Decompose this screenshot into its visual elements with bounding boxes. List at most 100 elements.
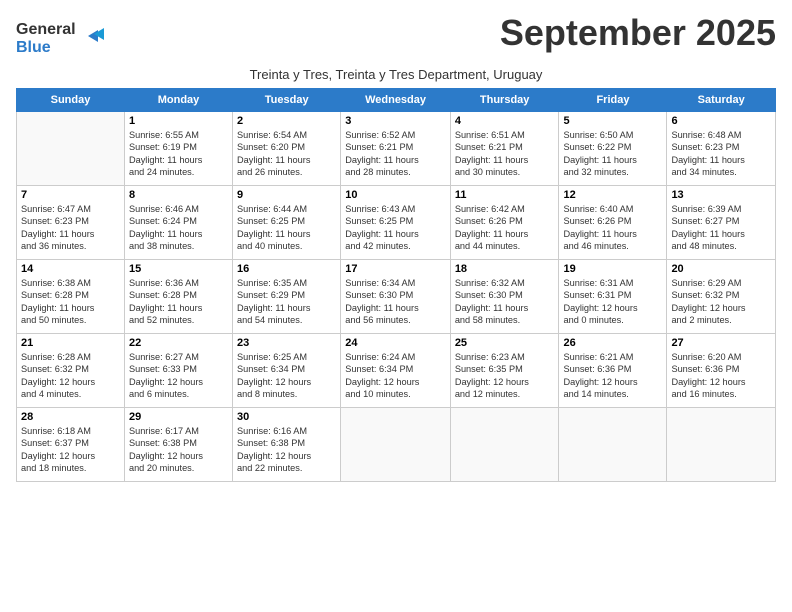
calendar-cell: 9 Sunrise: 6:44 AMSunset: 6:25 PMDaylight… — [233, 186, 341, 260]
day-number: 13 — [671, 189, 771, 201]
day-info: Sunrise: 6:48 AMSunset: 6:23 PMDaylight:… — [671, 129, 771, 179]
calendar-cell — [17, 112, 125, 186]
day-info: Sunrise: 6:44 AMSunset: 6:25 PMDaylight:… — [237, 203, 336, 253]
calendar-cell: 14 Sunrise: 6:38 AMSunset: 6:28 PMDayligh… — [17, 260, 125, 334]
day-info: Sunrise: 6:40 AMSunset: 6:26 PMDaylight:… — [563, 203, 662, 253]
calendar-cell: 24 Sunrise: 6:24 AMSunset: 6:34 PMDayligh… — [341, 334, 451, 408]
day-number: 9 — [237, 189, 336, 201]
day-info: Sunrise: 6:27 AMSunset: 6:33 PMDaylight:… — [129, 351, 228, 401]
calendar-cell: 11 Sunrise: 6:42 AMSunset: 6:26 PMDayligh… — [450, 186, 559, 260]
day-number: 19 — [563, 263, 662, 275]
calendar-cell: 16Sunrise: 6:35 AMSunset: 6:29 PMDayligh… — [233, 260, 341, 334]
day-info: Sunrise: 6:17 AMSunset: 6:38 PMDaylight:… — [129, 425, 228, 475]
day-number: 20 — [671, 263, 771, 275]
day-number: 7 — [21, 189, 120, 201]
day-number: 25 — [455, 337, 555, 349]
calendar-cell: 4 Sunrise: 6:51 AMSunset: 6:21 PMDaylight… — [450, 112, 559, 186]
day-info: Sunrise: 6:32 AMSunset: 6:30 PMDaylight:… — [455, 277, 555, 327]
dow-header-monday: Monday — [124, 89, 232, 112]
calendar-cell: 2 Sunrise: 6:54 AMSunset: 6:20 PMDaylight… — [233, 112, 341, 186]
day-info: Sunrise: 6:52 AMSunset: 6:21 PMDaylight:… — [345, 129, 446, 179]
day-number: 30 — [237, 411, 336, 423]
calendar-cell: 30 Sunrise: 6:16 AMSunset: 6:38 PMDayligh… — [233, 408, 341, 482]
day-info: Sunrise: 6:36 AMSunset: 6:28 PMDaylight:… — [129, 277, 228, 327]
day-number: 5 — [563, 115, 662, 127]
day-info: Sunrise: 6:16 AMSunset: 6:38 PMDaylight:… — [237, 425, 336, 475]
page-container: General Blue September 2025 Treinta y Tr… — [0, 0, 792, 490]
day-info: Sunrise: 6:24 AMSunset: 6:34 PMDaylight:… — [345, 351, 446, 401]
calendar-cell: 23 Sunrise: 6:25 AMSunset: 6:34 PMDayligh… — [233, 334, 341, 408]
day-info: Sunrise: 6:55 AMSunset: 6:19 PMDaylight:… — [129, 129, 228, 179]
calendar-cell — [341, 408, 451, 482]
day-info: Sunrise: 6:18 AMSunset: 6:37 PMDaylight:… — [21, 425, 120, 475]
day-info: Sunrise: 6:51 AMSunset: 6:21 PMDaylight:… — [455, 129, 555, 179]
week-row-2: 7 Sunrise: 6:47 AMSunset: 6:23 PMDaylight… — [17, 186, 776, 260]
day-number: 6 — [671, 115, 771, 127]
day-number: 23 — [237, 337, 336, 349]
calendar-cell: 6 Sunrise: 6:48 AMSunset: 6:23 PMDaylight… — [667, 112, 776, 186]
svg-text:General: General — [16, 21, 76, 38]
calendar-cell: 25 Sunrise: 6:23 AMSunset: 6:35 PMDayligh… — [450, 334, 559, 408]
header-row: General Blue September 2025 — [16, 12, 776, 65]
calendar-cell: 20 Sunrise: 6:29 AMSunset: 6:32 PMDayligh… — [667, 260, 776, 334]
calendar-cell: 10Sunrise: 6:43 AMSunset: 6:25 PMDayligh… — [341, 186, 451, 260]
day-number: 12 — [563, 189, 662, 201]
week-row-3: 14 Sunrise: 6:38 AMSunset: 6:28 PMDayligh… — [17, 260, 776, 334]
day-number: 17 — [345, 263, 446, 275]
day-info: Sunrise: 6:47 AMSunset: 6:23 PMDaylight:… — [21, 203, 120, 253]
week-row-5: 28 Sunrise: 6:18 AMSunset: 6:37 PMDayligh… — [17, 408, 776, 482]
day-number: 18 — [455, 263, 555, 275]
calendar-cell: 1Sunrise: 6:55 AMSunset: 6:19 PMDaylight… — [124, 112, 232, 186]
day-info: Sunrise: 6:23 AMSunset: 6:35 PMDaylight:… — [455, 351, 555, 401]
logo: General Blue — [16, 16, 106, 65]
day-number: 26 — [563, 337, 662, 349]
calendar-cell: 22 Sunrise: 6:27 AMSunset: 6:33 PMDayligh… — [124, 334, 232, 408]
day-info: Sunrise: 6:29 AMSunset: 6:32 PMDaylight:… — [671, 277, 771, 327]
day-info: Sunrise: 6:42 AMSunset: 6:26 PMDaylight:… — [455, 203, 555, 253]
dow-header-friday: Friday — [559, 89, 667, 112]
month-title: September 2025 — [500, 12, 776, 54]
day-number: 24 — [345, 337, 446, 349]
calendar-cell: 26Sunrise: 6:21 AMSunset: 6:36 PMDayligh… — [559, 334, 667, 408]
calendar-cell: 29Sunrise: 6:17 AMSunset: 6:38 PMDayligh… — [124, 408, 232, 482]
day-info: Sunrise: 6:20 AMSunset: 6:36 PMDaylight:… — [671, 351, 771, 401]
day-info: Sunrise: 6:28 AMSunset: 6:32 PMDaylight:… — [21, 351, 120, 401]
day-info: Sunrise: 6:25 AMSunset: 6:34 PMDaylight:… — [237, 351, 336, 401]
day-number: 22 — [129, 337, 228, 349]
day-number: 11 — [455, 189, 555, 201]
day-number: 15 — [129, 263, 228, 275]
dow-header-sunday: Sunday — [17, 89, 125, 112]
dow-header-saturday: Saturday — [667, 89, 776, 112]
calendar-cell: 7 Sunrise: 6:47 AMSunset: 6:23 PMDaylight… — [17, 186, 125, 260]
day-number: 14 — [21, 263, 120, 275]
calendar-cell — [559, 408, 667, 482]
day-info: Sunrise: 6:31 AMSunset: 6:31 PMDaylight:… — [563, 277, 662, 327]
day-info: Sunrise: 6:50 AMSunset: 6:22 PMDaylight:… — [563, 129, 662, 179]
logo-text: General Blue — [16, 16, 106, 65]
week-row-1: 1Sunrise: 6:55 AMSunset: 6:19 PMDaylight… — [17, 112, 776, 186]
day-number: 28 — [21, 411, 120, 423]
day-info: Sunrise: 6:34 AMSunset: 6:30 PMDaylight:… — [345, 277, 446, 327]
calendar-cell: 15 Sunrise: 6:36 AMSunset: 6:28 PMDayligh… — [124, 260, 232, 334]
calendar-cell: 3Sunrise: 6:52 AMSunset: 6:21 PMDaylight… — [341, 112, 451, 186]
day-number: 2 — [237, 115, 336, 127]
day-info: Sunrise: 6:54 AMSunset: 6:20 PMDaylight:… — [237, 129, 336, 179]
calendar-cell: 28 Sunrise: 6:18 AMSunset: 6:37 PMDayligh… — [17, 408, 125, 482]
day-info: Sunrise: 6:38 AMSunset: 6:28 PMDaylight:… — [21, 277, 120, 327]
calendar-cell: 13 Sunrise: 6:39 AMSunset: 6:27 PMDayligh… — [667, 186, 776, 260]
day-number: 21 — [21, 337, 120, 349]
day-info: Sunrise: 6:39 AMSunset: 6:27 PMDaylight:… — [671, 203, 771, 253]
dow-header-wednesday: Wednesday — [341, 89, 451, 112]
calendar-cell: 18 Sunrise: 6:32 AMSunset: 6:30 PMDayligh… — [450, 260, 559, 334]
calendar-cell: 21 Sunrise: 6:28 AMSunset: 6:32 PMDayligh… — [17, 334, 125, 408]
calendar-cell: 5 Sunrise: 6:50 AMSunset: 6:22 PMDaylight… — [559, 112, 667, 186]
week-row-4: 21 Sunrise: 6:28 AMSunset: 6:32 PMDayligh… — [17, 334, 776, 408]
calendar-cell — [450, 408, 559, 482]
calendar-cell: 8Sunrise: 6:46 AMSunset: 6:24 PMDaylight… — [124, 186, 232, 260]
svg-text:Blue: Blue — [16, 39, 51, 56]
subtitle: Treinta y Tres, Treinta y Tres Departmen… — [16, 67, 776, 82]
day-number: 16 — [237, 263, 336, 275]
day-number: 27 — [671, 337, 771, 349]
day-number: 4 — [455, 115, 555, 127]
calendar-cell: 19 Sunrise: 6:31 AMSunset: 6:31 PMDayligh… — [559, 260, 667, 334]
